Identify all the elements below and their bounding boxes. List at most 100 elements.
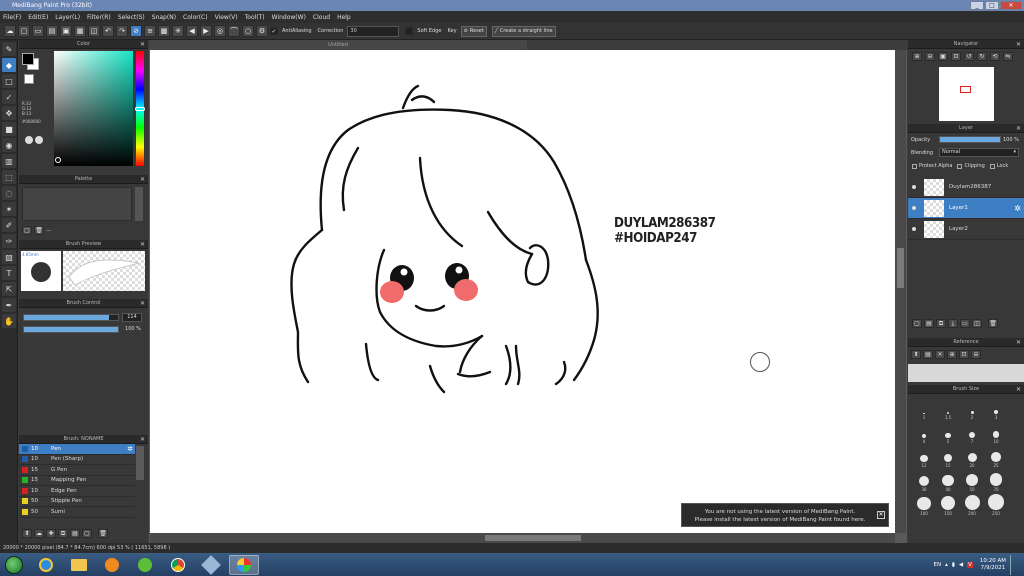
explorer-icon[interactable] — [64, 555, 94, 575]
brush-size-option[interactable]: 5 — [938, 420, 958, 444]
brush-list-scrollbar[interactable] — [136, 446, 144, 480]
brush-size-option[interactable]: 1.5 — [938, 396, 958, 420]
brush-size-option[interactable]: 40 — [938, 468, 958, 492]
antialias-checkbox[interactable]: ✓ — [270, 27, 278, 35]
color-picker-cursor[interactable] — [55, 157, 61, 163]
panel-close-icon[interactable]: ✕ — [140, 299, 145, 308]
layer-row-layer2[interactable]: Layer2 — [908, 219, 1024, 240]
brush-size-option[interactable]: 250 — [986, 492, 1006, 516]
ie-icon[interactable] — [31, 555, 61, 575]
menu-select[interactable]: Select(S) — [118, 14, 145, 21]
blending-select[interactable]: Normal ▾ — [939, 148, 1019, 157]
brush-size-option[interactable]: 1 — [914, 396, 934, 420]
palette-scrollbar[interactable] — [135, 187, 143, 221]
menu-help[interactable]: Help — [337, 14, 351, 21]
volume-icon[interactable]: ◀ — [959, 562, 963, 568]
menu-filter[interactable]: Filter(R) — [87, 14, 111, 21]
foreground-color-swatch[interactable] — [22, 53, 34, 65]
coccoc-icon[interactable] — [130, 555, 160, 575]
protect-alpha-checkbox[interactable] — [912, 163, 917, 169]
reference-upload-icon[interactable]: ⬆ — [911, 350, 921, 359]
view-rect[interactable] — [960, 86, 971, 93]
fill-rect-tool-icon[interactable]: ■ — [2, 122, 16, 136]
brush-size-option[interactable]: 7 — [962, 420, 982, 444]
operation-tool-icon[interactable]: ⇱ — [2, 282, 16, 296]
close-notice-icon[interactable]: ✕ — [877, 511, 885, 519]
reference-view[interactable] — [908, 364, 1024, 382]
brush-size-option[interactable]: 4 — [914, 420, 934, 444]
actual-size-icon[interactable]: ⊡ — [951, 52, 961, 61]
show-desktop-button[interactable] — [1010, 554, 1018, 575]
add-halftone-layer-icon[interactable]: ▤ — [924, 319, 934, 328]
new-file-icon[interactable]: ▢ — [18, 25, 30, 37]
minimize-button[interactable]: _ — [970, 1, 984, 10]
close-button[interactable]: ✕ — [1000, 1, 1022, 10]
hand-tool-icon[interactable]: ✋ — [2, 314, 16, 328]
navigator-preview[interactable] — [939, 67, 994, 121]
visibility-eye-icon[interactable] — [912, 185, 916, 189]
add-palette-icon[interactable]: ▢ — [22, 226, 32, 235]
layer-folder-icon[interactable]: ▭ — [960, 319, 970, 328]
visibility-eye-icon[interactable] — [912, 206, 916, 210]
trim-icon[interactable]: ◫ — [88, 25, 100, 37]
palette-swap-icon[interactable] — [25, 136, 33, 144]
cloud-icon[interactable]: ☁ — [4, 25, 16, 37]
brush-item-g-pen[interactable]: 15 G Pen — [19, 465, 135, 476]
snap-off-icon[interactable]: ⊘ — [130, 25, 142, 37]
transparent-color-swatch[interactable] — [24, 74, 34, 84]
brush-size-option[interactable]: 3 — [986, 396, 1006, 420]
clock[interactable]: 10:20 AM 7/9/2021 — [980, 558, 1006, 572]
menu-view[interactable]: View(V) — [215, 14, 238, 21]
panel-close-icon[interactable]: ✕ — [1016, 338, 1021, 347]
bucket-tool-icon[interactable]: ◉ — [2, 138, 16, 152]
delete-layer-icon[interactable]: 🗑 — [988, 319, 998, 328]
select-eraser-tool-icon[interactable]: ✑ — [2, 234, 16, 248]
brush-size-option[interactable]: 70 — [986, 468, 1006, 492]
brush-item-pen-sharp[interactable]: 10 Pen (Sharp) — [19, 455, 135, 465]
brush-size-option[interactable]: 20 — [962, 444, 982, 468]
add-brush-icon[interactable]: ✚ — [46, 529, 56, 538]
snap-fan-icon[interactable]: ▶ — [200, 25, 212, 37]
text-tool-icon[interactable]: T — [2, 266, 16, 280]
reset-button[interactable]: ⊘ Reset — [460, 25, 487, 37]
panel-close-icon[interactable]: ✕ — [1016, 40, 1021, 49]
brush-size-option[interactable]: 25 — [986, 444, 1006, 468]
panel-close-icon[interactable]: ✕ — [1016, 124, 1021, 133]
snap-cross-icon[interactable]: ▩ — [158, 25, 170, 37]
merge-layer-icon[interactable]: ⤓ — [948, 319, 958, 328]
start-button[interactable] — [0, 553, 28, 576]
upload-brush-icon[interactable]: ⬆ — [22, 529, 32, 538]
lasso-tool-icon[interactable]: ◌ — [2, 186, 16, 200]
menu-tool[interactable]: Tool(T) — [245, 14, 265, 21]
clipping-checkbox[interactable] — [957, 163, 963, 169]
export-brush-icon[interactable]: ▢ — [82, 529, 92, 538]
brush-item-mapping-pen[interactable]: 15 Mapping Pen — [19, 476, 135, 486]
brush-size-option[interactable]: 2 — [962, 396, 982, 420]
brush-size-option[interactable]: 12 — [914, 444, 934, 468]
delete-palette-icon[interactable]: 🗑 — [34, 226, 44, 235]
brush-opacity-slider[interactable] — [23, 326, 119, 333]
brush-size-option[interactable]: 50 — [962, 468, 982, 492]
brush-item-edge-pen[interactable]: 10 Edge Pen — [19, 486, 135, 497]
brush-size-value[interactable]: 114 — [122, 313, 142, 322]
undo-icon[interactable]: ↶ — [102, 25, 114, 37]
brush-size-option[interactable]: 15 — [938, 444, 958, 468]
gradient-tool-icon[interactable]: ▥ — [2, 154, 16, 168]
menu-snap[interactable]: Snap(N) — [152, 14, 176, 21]
brush-size-option[interactable]: 30 — [914, 468, 934, 492]
horizontal-scrollbar[interactable] — [150, 533, 895, 543]
gear-icon[interactable]: ✲ — [1014, 204, 1021, 213]
medibang-task-icon[interactable] — [229, 554, 259, 575]
language-indicator[interactable]: EN — [934, 562, 942, 568]
document-tab[interactable]: Untitled — [149, 40, 527, 50]
soft-edge-checkbox[interactable] — [405, 27, 414, 35]
snap-concentric-icon[interactable]: ◎ — [214, 25, 226, 37]
zoom-out-icon[interactable]: ⊖ — [925, 52, 935, 61]
layer-row-layer1[interactable]: Layer1 ✲ — [908, 198, 1024, 219]
snap-parallel-icon[interactable]: ≡ — [144, 25, 156, 37]
select-pen-tool-icon[interactable]: ✐ — [2, 218, 16, 232]
palette-area[interactable] — [22, 187, 132, 221]
rotate-right-icon[interactable]: ↻ — [977, 52, 987, 61]
straight-line-button[interactable]: ╱ Create a straight line — [491, 25, 556, 37]
divide-tool-icon[interactable]: ▧ — [2, 250, 16, 264]
